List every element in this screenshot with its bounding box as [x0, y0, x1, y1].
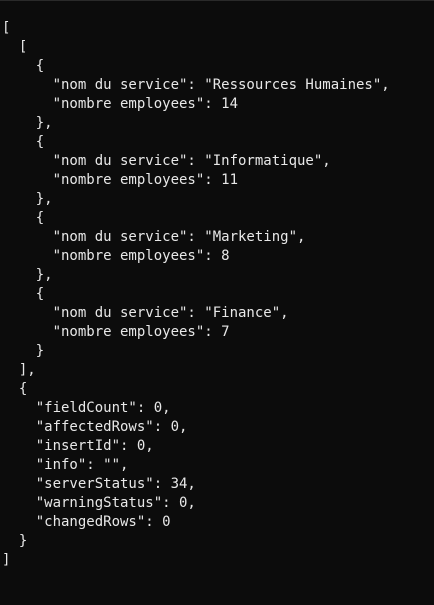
console-line-affected-rows: "affectedRows": 0,: [2, 419, 188, 435]
console-line-row4-count: "nombre employees": 7: [2, 324, 230, 340]
console-line-row2-service: "nom du service": "Informatique",: [2, 153, 331, 169]
console-line-result-open: {: [2, 381, 28, 397]
console-line-info: "info": "",: [2, 457, 129, 473]
console-line-warning-status: "warningStatus": 0,: [2, 495, 196, 511]
console-line-close-array: ]: [2, 552, 11, 568]
console-line-row3-close: },: [2, 267, 53, 283]
console-line-changed-rows: "changedRows": 0: [2, 514, 171, 530]
console-line-row2-count: "nombre employees": 11: [2, 172, 239, 188]
console-line-row3-count: "nombre employees": 8: [2, 248, 230, 264]
console-line-rows-close: ],: [2, 362, 36, 378]
console-line-row2-close: },: [2, 191, 53, 207]
console-line-row1-service: "nom du service": "Ressources Humaines",: [2, 77, 390, 93]
console-line-row4-service: "nom du service": "Finance",: [2, 305, 289, 321]
console-line-insert-id: "insertId": 0,: [2, 438, 154, 454]
console-line-server-status: "serverStatus": 34,: [2, 476, 196, 492]
console-line-row4-close: }: [2, 343, 45, 359]
console-line-row3-open: {: [2, 210, 45, 226]
console-line-rows-open: [: [2, 39, 28, 55]
console-output: [ [ { "nom du service": "Ressources Huma…: [0, 0, 434, 605]
console-line-row1-count: "nombre employees": 14: [2, 96, 239, 112]
console-line-field-count: "fieldCount": 0,: [2, 400, 171, 416]
console-line-row1-close: },: [2, 115, 53, 131]
console-line-result-close: }: [2, 533, 28, 549]
console-line-row2-open: {: [2, 134, 45, 150]
json-output: [ [ { "nom du service": "Ressources Huma…: [2, 19, 390, 570]
console-line-open-array: [: [2, 20, 11, 36]
console-line-row3-service: "nom du service": "Marketing",: [2, 229, 306, 245]
console-line-row1-open: {: [2, 58, 45, 74]
console-line-row4-open: {: [2, 286, 45, 302]
